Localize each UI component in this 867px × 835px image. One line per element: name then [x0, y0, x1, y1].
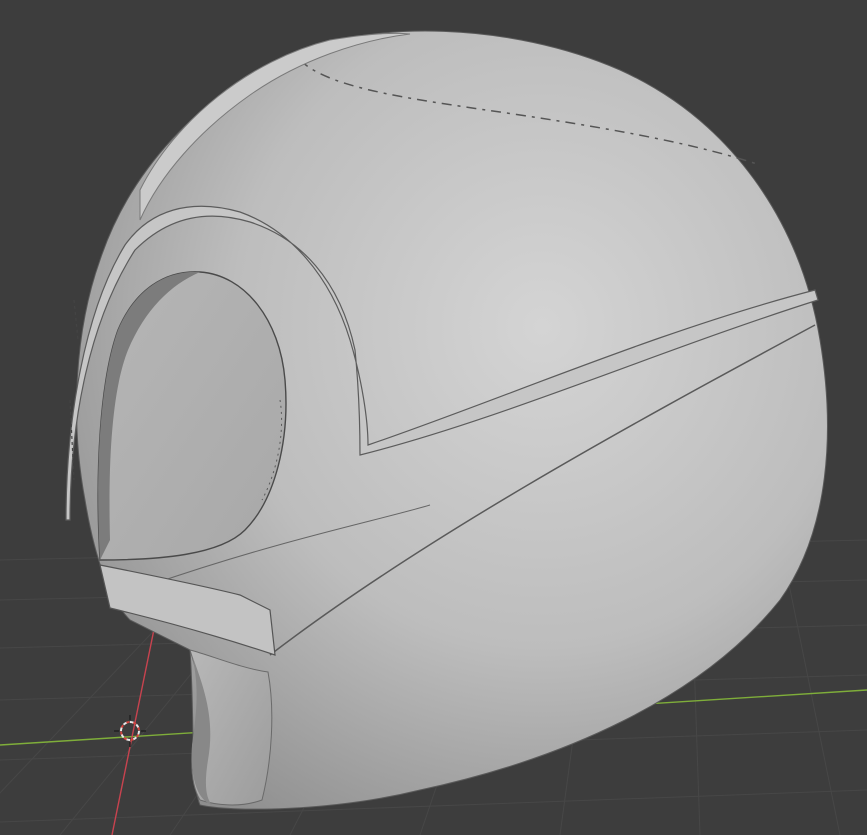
3d-cursor-icon[interactable] [114, 715, 146, 747]
viewport-canvas[interactable] [0, 0, 867, 835]
y-axis-line [111, 599, 161, 835]
3d-viewport[interactable] [0, 0, 867, 835]
helmet-mesh[interactable] [65, 30, 828, 810]
